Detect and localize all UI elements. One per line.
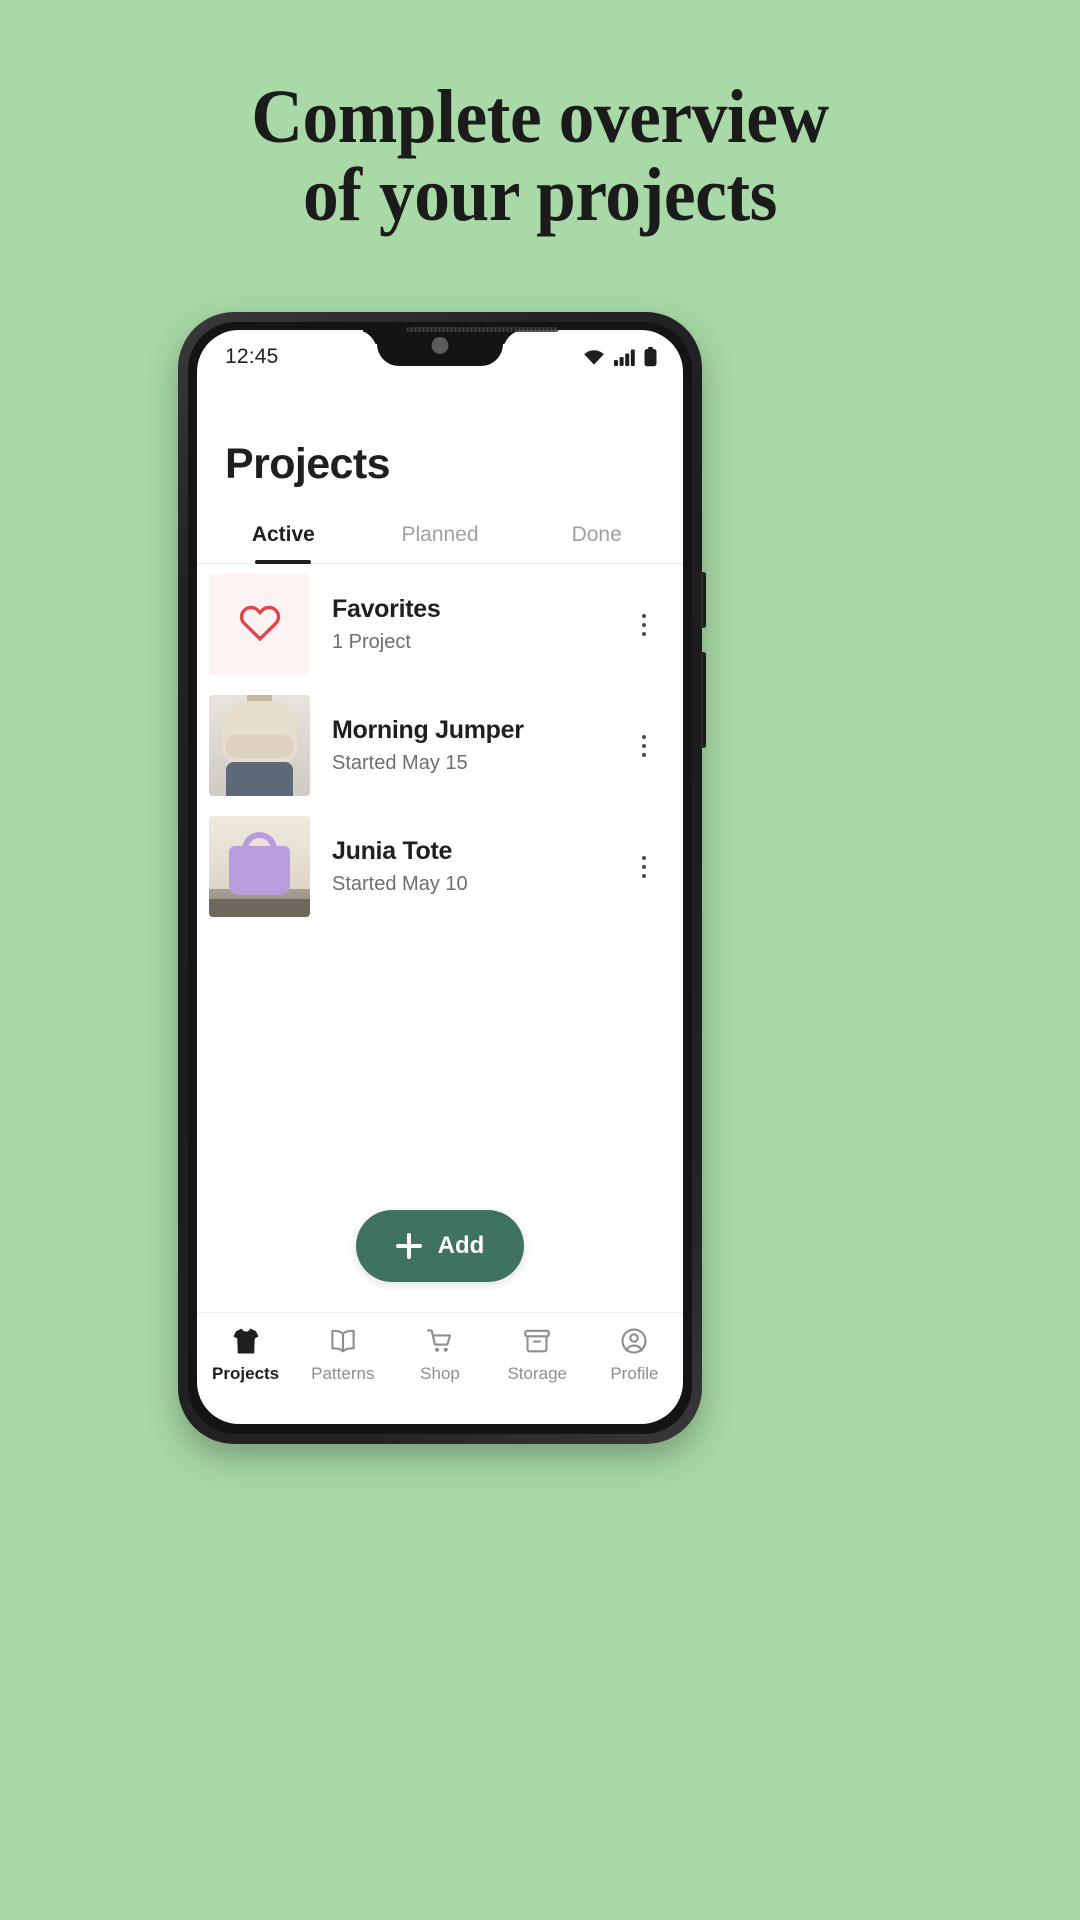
tab-active[interactable]: Active (205, 511, 362, 563)
tab-done-label: Done (571, 523, 622, 546)
project-text: Favorites 1 Project (310, 595, 627, 654)
status-bar-icons (583, 347, 657, 367)
status-bar-time: 12:45 (225, 345, 279, 368)
project-thumbnail-morning-jumper (209, 695, 310, 796)
kebab-menu-icon[interactable] (627, 727, 661, 765)
kebab-menu-icon[interactable] (627, 848, 661, 886)
battery-icon (644, 347, 657, 367)
project-text: Morning Jumper Started May 15 (310, 716, 627, 775)
add-button-container: Add (197, 1210, 683, 1312)
app-content: Projects Active Planned Done Favorites 1… (197, 384, 683, 1424)
photo-lilac-tote-bag (209, 816, 310, 917)
tab-active-label: Active (251, 523, 315, 546)
phone-power-button (701, 652, 706, 748)
shopping-cart-icon (425, 1327, 455, 1355)
tshirt-icon (231, 1327, 261, 1355)
list-item[interactable]: Morning Jumper Started May 15 (197, 685, 683, 806)
project-thumbnail-favorites (209, 574, 310, 675)
wifi-icon (583, 349, 605, 366)
page-title: Projects (225, 440, 390, 488)
heart-icon (238, 602, 282, 647)
earpiece-speaker (406, 327, 559, 332)
phone-mockup: 12:45 Projects Active Planned Done Favor… (178, 312, 706, 1444)
nav-item-profile[interactable]: Profile (586, 1327, 683, 1384)
kebab-menu-icon[interactable] (627, 606, 661, 644)
archive-box-icon (522, 1327, 552, 1355)
project-subtitle: 1 Project (332, 631, 411, 653)
book-open-icon (328, 1327, 358, 1355)
user-circle-icon (619, 1327, 649, 1355)
phone-volume-button (701, 572, 706, 628)
project-title: Junia Tote (332, 837, 453, 865)
project-title: Favorites (332, 595, 441, 623)
add-button-label: Add (437, 1232, 485, 1259)
nav-label-patterns: Patterns (311, 1364, 375, 1383)
tab-planned-label: Planned (401, 523, 479, 546)
project-thumbnail-junia-tote (209, 816, 310, 917)
tab-bar: Active Planned Done (197, 511, 683, 564)
photo-cream-sweater (209, 695, 310, 796)
bottom-navigation: Projects Patterns Shop Storage Profile (197, 1312, 683, 1424)
poster-headline: Complete overview of your projects (32, 78, 1047, 235)
add-button[interactable]: Add (356, 1210, 524, 1282)
nav-label-storage: Storage (507, 1364, 567, 1383)
nav-label-profile: Profile (610, 1364, 659, 1383)
nav-item-patterns[interactable]: Patterns (294, 1327, 391, 1384)
list-item[interactable]: Favorites 1 Project (197, 564, 683, 685)
nav-label-shop: Shop (420, 1364, 460, 1383)
tab-planned[interactable]: Planned (362, 511, 519, 563)
project-title: Morning Jumper (332, 716, 524, 744)
list-item[interactable]: Junia Tote Started May 10 (197, 806, 683, 927)
phone-bezel: 12:45 Projects Active Planned Done Favor… (188, 322, 692, 1434)
front-camera-icon (431, 337, 449, 354)
project-subtitle: Started May 15 (332, 752, 468, 774)
nav-item-shop[interactable]: Shop (391, 1327, 488, 1384)
headline-line-1: Complete overview (251, 75, 829, 159)
tab-done[interactable]: Done (518, 511, 675, 563)
nav-label-projects: Projects (212, 1364, 280, 1383)
cellular-signal-icon (614, 349, 635, 366)
plus-icon (395, 1233, 422, 1259)
project-subtitle: Started May 10 (332, 873, 468, 895)
project-text: Junia Tote Started May 10 (310, 837, 627, 896)
nav-item-projects[interactable]: Projects (197, 1327, 294, 1384)
headline-line-2: of your projects (303, 153, 777, 238)
nav-item-storage[interactable]: Storage (489, 1327, 586, 1384)
phone-screen: 12:45 Projects Active Planned Done Favor… (197, 330, 683, 1424)
project-list: Favorites 1 Project Morning Jumper Start… (197, 564, 683, 927)
